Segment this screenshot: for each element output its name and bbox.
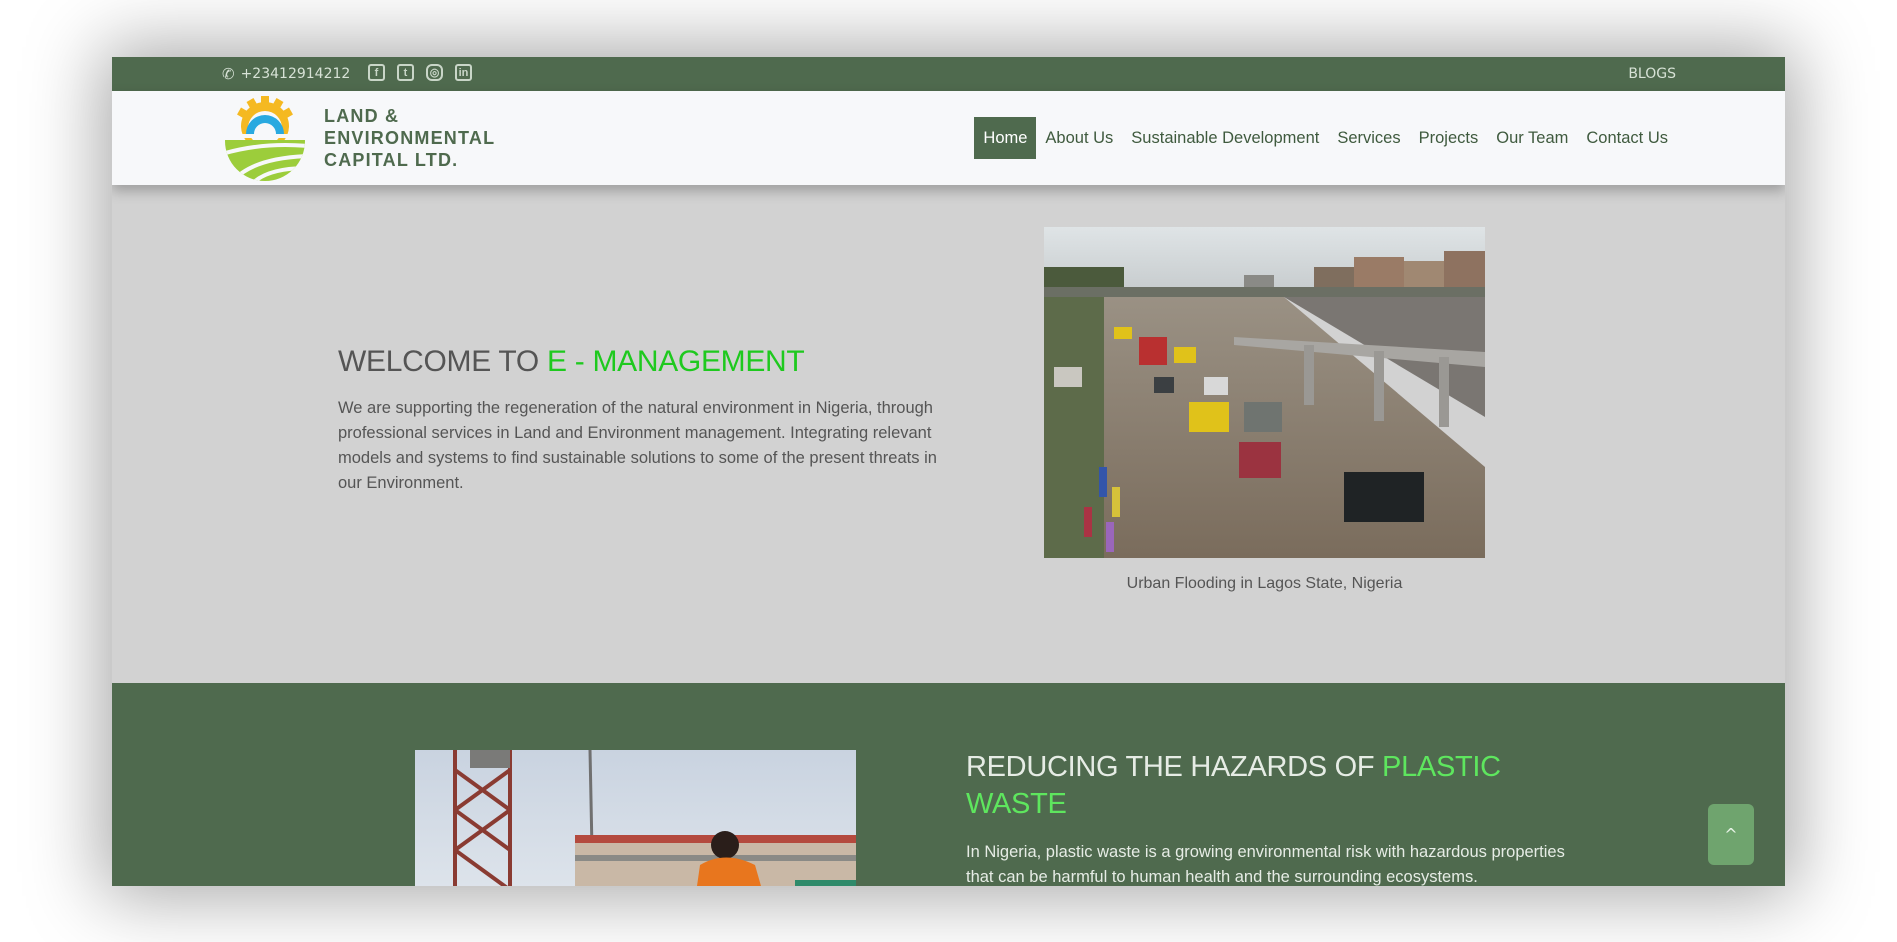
- back-to-top-button[interactable]: ^: [1708, 804, 1754, 865]
- photo-caption: Urban Flooding in Lagos State, Nigeria: [1126, 575, 1403, 592]
- phone-icon: ✆: [222, 65, 235, 83]
- hero-title: WELCOME TO E - MANAGEMENT: [338, 345, 805, 379]
- hero-section: WELCOME TO E - MANAGEMENT We are support…: [112, 185, 1785, 683]
- chevron-up-icon: ^: [1724, 825, 1738, 844]
- twitter-icon[interactable]: t: [397, 64, 414, 81]
- linkedin-icon[interactable]: in: [455, 64, 472, 81]
- company-logo[interactable]: [222, 96, 308, 182]
- main-nav: Home About Us Sustainable Development Se…: [974, 117, 1677, 159]
- nav-home[interactable]: Home: [974, 117, 1037, 159]
- hero-title-prefix: WELCOME TO: [338, 345, 547, 378]
- plastic-title: REDUCING THE HAZARDS OF PLASTIC WASTE: [966, 749, 1526, 823]
- nav-contact-us[interactable]: Contact Us: [1577, 117, 1677, 159]
- waste-worker-photo: [415, 750, 856, 886]
- nav-projects[interactable]: Projects: [1410, 117, 1488, 159]
- company-name-line: ENVIRONMENTAL: [324, 128, 496, 148]
- nav-our-team[interactable]: Our Team: [1487, 117, 1577, 159]
- hero-description: We are supporting the regeneration of th…: [338, 399, 937, 492]
- flood-photo: [1044, 227, 1485, 558]
- phone-number: +23412914212: [240, 66, 351, 82]
- nav-services[interactable]: Services: [1328, 117, 1409, 159]
- top-bar: ✆ +23412914212 f t ◎ in BLOGS: [112, 57, 1785, 91]
- company-name-line: LAND &: [324, 106, 400, 126]
- plastic-title-prefix: REDUCING THE HAZARDS OF: [966, 751, 1383, 783]
- company-name[interactable]: LAND & ENVIRONMENTAL CAPITAL LTD.: [324, 105, 495, 171]
- facebook-icon[interactable]: f: [368, 64, 385, 81]
- hero-title-accent: E - MANAGEMENT: [546, 345, 805, 378]
- site-header: LAND & ENVIRONMENTAL CAPITAL LTD. Home A…: [112, 91, 1785, 185]
- nav-about-us[interactable]: About Us: [1036, 117, 1122, 159]
- blogs-link[interactable]: BLOGS: [1628, 57, 1676, 91]
- phone-contact[interactable]: ✆ +23412914212: [222, 57, 350, 91]
- social-links: f t ◎ in: [368, 64, 472, 81]
- company-name-line: CAPITAL LTD.: [324, 150, 459, 170]
- instagram-icon[interactable]: ◎: [426, 64, 443, 81]
- plastic-waste-section: REDUCING THE HAZARDS OF PLASTIC WASTE In…: [112, 683, 1785, 886]
- plastic-description: In Nigeria, plastic waste is a growing e…: [966, 843, 1565, 886]
- nav-sustainable-development[interactable]: Sustainable Development: [1122, 117, 1328, 159]
- browser-page: ✆ +23412914212 f t ◎ in BLOGS LAND & ENV…: [112, 57, 1785, 886]
